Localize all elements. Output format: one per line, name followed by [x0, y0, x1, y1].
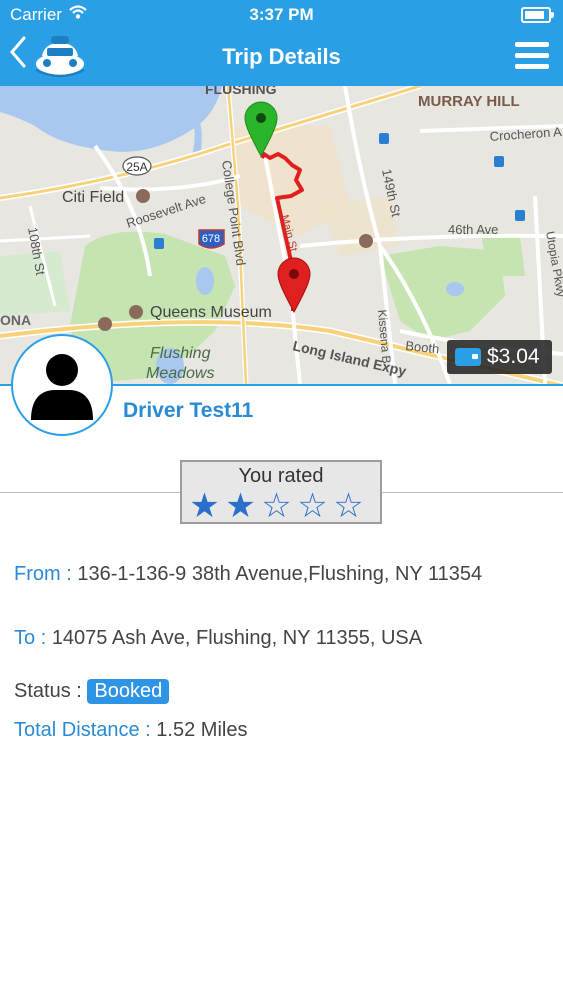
to-address: 14075 Ash Ave, Flushing, NY 11355, USA	[51, 627, 423, 649]
status-badge: Booked	[87, 679, 170, 704]
distance-label: Total Distance :	[14, 719, 151, 741]
driver-avatar[interactable]	[11, 334, 113, 436]
star-empty-icon: ☆	[261, 487, 295, 525]
back-chevron-icon[interactable]	[6, 34, 32, 70]
map-label-utopia: Utopia Pkwy	[543, 230, 563, 298]
map-label-25a: 25A	[126, 160, 147, 174]
from-address: 136-1-136-9 38th Avenue,Flushing, NY 113…	[77, 563, 483, 585]
person-icon	[31, 354, 93, 420]
to-label: To :	[14, 627, 47, 649]
star-filled-icon: ★	[225, 487, 259, 525]
rating-label: You rated	[238, 465, 324, 487]
star-empty-icon: ☆	[297, 487, 331, 525]
status-label: Status :	[14, 680, 82, 702]
clock: 3:37 PM	[249, 5, 314, 24]
map-label-queens-museum: Queens Museum	[150, 304, 272, 321]
star-filled-icon: ★	[189, 487, 223, 525]
app-logo-icon	[35, 36, 85, 78]
status-row: Status : Booked	[14, 679, 170, 704]
map-label-flushing: FLUSHING	[205, 86, 277, 97]
distance-value: 1.52 Miles	[156, 719, 248, 741]
rating-box: You rated ★★☆☆☆	[180, 460, 382, 524]
fare-chip: $3.04	[447, 340, 552, 374]
from-row: From : 136-1-136-9 38th Avenue,Flushing,…	[14, 563, 482, 586]
fare-amount: $3.04	[487, 345, 540, 368]
map-label-murray-hill: MURRAY HILL	[418, 93, 520, 110]
distance-row: Total Distance : 1.52 Miles	[14, 719, 247, 742]
top-app-bar: Carrier 3:37 PM Trip Details	[0, 0, 563, 86]
map-label-booth: Booth	[405, 338, 440, 356]
hamburger-menu-icon[interactable]	[515, 42, 549, 70]
wallet-icon	[455, 348, 481, 366]
battery-icon	[521, 7, 554, 23]
star-rating: ★★☆☆☆	[188, 489, 368, 523]
map-label-46th-ave: 46th Ave	[448, 222, 498, 237]
map-label-flushing-meadows-2: Meadows	[146, 365, 214, 382]
from-label: From :	[14, 563, 72, 585]
map-label-citi-field: Citi Field	[62, 189, 124, 206]
map-label-flushing-meadows-1: Flushing	[150, 345, 211, 362]
map-label-678: 678	[202, 233, 220, 245]
map-label-ona: ONA	[0, 312, 31, 328]
status-bar: Carrier 3:37 PM	[0, 0, 563, 30]
to-row: To : 14075 Ash Ave, Flushing, NY 11355, …	[14, 627, 422, 650]
star-empty-icon: ☆	[333, 487, 367, 525]
driver-name[interactable]: Driver Test11	[123, 399, 253, 423]
